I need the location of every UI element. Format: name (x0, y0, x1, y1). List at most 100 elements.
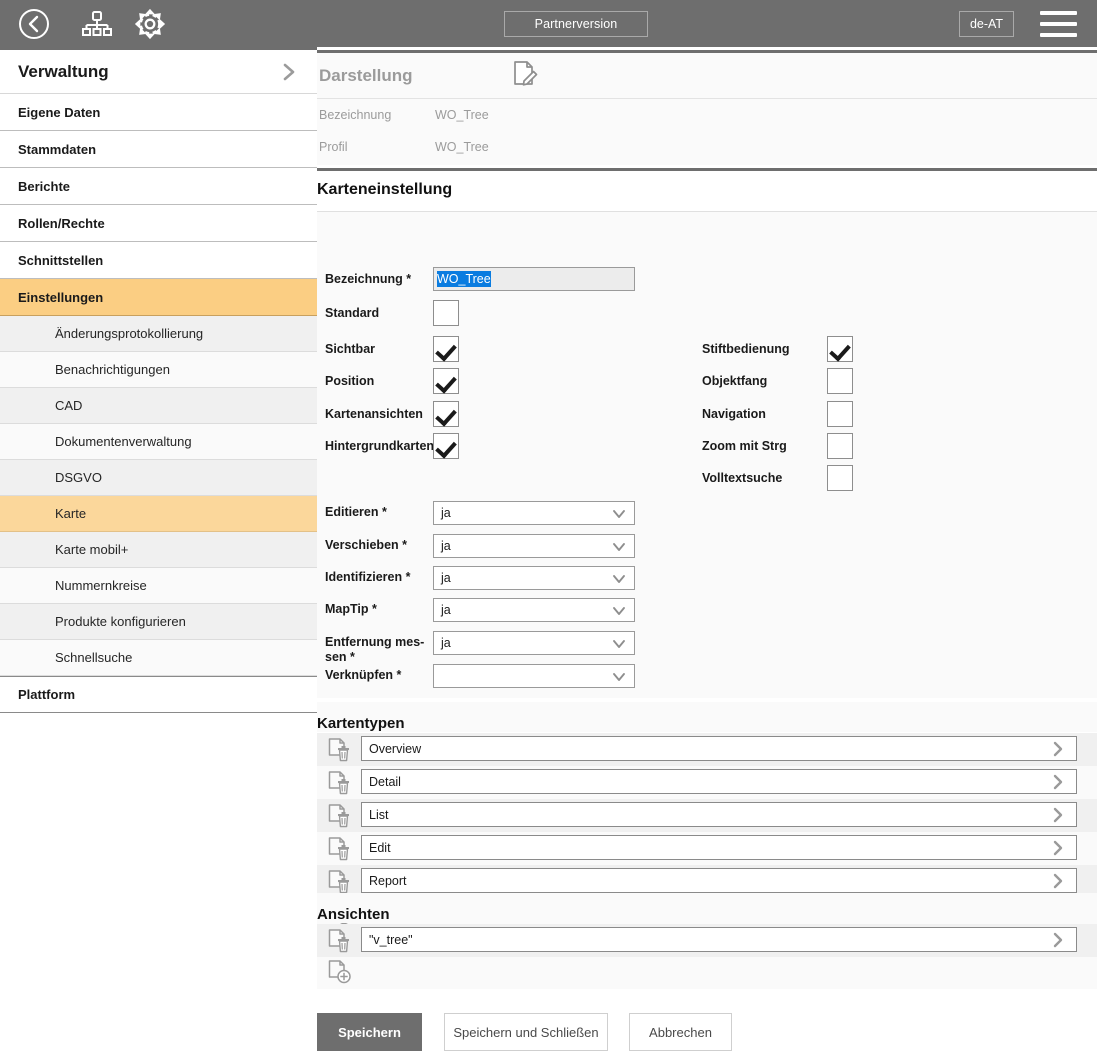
save-button[interactable]: Speichern (317, 1013, 422, 1051)
list-item-label: Report (369, 874, 407, 888)
sidebar-item-produkte-konfigurieren[interactable]: Produkte konfigurieren (0, 604, 317, 640)
sidebar-item-label: Karte (55, 506, 86, 521)
sidebar-item-dokumentenverwaltung[interactable]: Dokumentenverwaltung (0, 424, 317, 460)
cancel-button[interactable]: Abbrechen (629, 1013, 732, 1051)
document-delete-icon[interactable] (327, 737, 353, 768)
darstellung-row-label: Profil (319, 140, 435, 154)
checkbox-volltextsuche[interactable] (827, 465, 853, 491)
checkbox-row: Volltextsuche (702, 465, 853, 491)
sidebar-item-plattform[interactable]: Plattform (0, 676, 317, 713)
dropdown-editieren[interactable]: ja (433, 501, 635, 525)
document-delete-icon[interactable] (327, 803, 353, 834)
dropdown-maptip[interactable]: ja (433, 598, 635, 622)
sidebar-item-label: Karte mobil+ (55, 542, 128, 557)
sidebar-item-einstellungen[interactable]: Einstellungen (0, 279, 317, 316)
dropdown-verkn-pfen[interactable] (433, 664, 635, 688)
list-item-input[interactable]: Detail (361, 769, 1077, 794)
sidebar-item-schnellsuche[interactable]: Schnellsuche (0, 640, 317, 676)
cancel-button-label: Abbrechen (649, 1025, 712, 1040)
checkbox-row: Position (325, 368, 459, 394)
bezeichnung-input-value: WO_Tree (437, 271, 491, 287)
sidebar-item-label: Änderungsprotokollierung (55, 326, 203, 341)
language-selector-button[interactable]: de-AT (959, 11, 1014, 37)
hamburger-menu-icon[interactable] (1040, 11, 1077, 37)
document-add-icon[interactable] (327, 959, 353, 990)
sidebar-item-label: Einstellungen (18, 290, 103, 305)
chevron-right-icon[interactable] (278, 61, 300, 88)
checkbox-row: Sichtbar (325, 336, 459, 362)
kartentypen-header: Kartentypen (317, 702, 1097, 732)
hierarchy-icon[interactable] (82, 9, 112, 39)
checkbox-zoom-mit-strg[interactable] (827, 433, 853, 459)
gear-icon[interactable] (134, 8, 166, 40)
checkbox-sichtbar[interactable] (433, 336, 459, 362)
sidebar-item-karte[interactable]: Karte (0, 496, 317, 532)
sidebar-item-dsgvo[interactable]: DSGVO (0, 460, 317, 496)
sidebar-item-cad[interactable]: CAD (0, 388, 317, 424)
checkbox-stiftbedienung[interactable] (827, 336, 853, 362)
list-item-label: Edit (369, 841, 391, 855)
checkbox-kartenansichten[interactable] (433, 401, 459, 427)
document-delete-icon[interactable] (327, 770, 353, 801)
list-item: Detail (317, 766, 1097, 799)
document-delete-icon[interactable] (327, 836, 353, 867)
chevron-right-icon[interactable] (1050, 740, 1068, 761)
bezeichnung-input[interactable]: WO_Tree (433, 267, 635, 291)
list-item-input[interactable]: List (361, 802, 1077, 827)
sidebar-item-eigene-daten[interactable]: Eigene Daten (0, 94, 317, 131)
checkbox-position[interactable] (433, 368, 459, 394)
list-item-label: Overview (369, 742, 421, 756)
darstellung-row-value: WO_Tree (435, 108, 489, 122)
checkbox-navigation[interactable] (827, 401, 853, 427)
chevron-down-icon (611, 670, 627, 687)
save-and-close-button-label: Speichern und Schließen (453, 1025, 598, 1040)
sidebar-title: Verwaltung (18, 62, 109, 82)
checkbox-row: Kartenansichten (325, 401, 459, 427)
sidebar-item-benachrichtigungen[interactable]: Benachrichtigungen (0, 352, 317, 388)
checkbox-objektfang[interactable] (827, 368, 853, 394)
darstellung-title: Darstellung (317, 66, 413, 86)
dropdown-label: Verknüpfen * (325, 664, 433, 683)
sidebar-item-rollen-rechte[interactable]: Rollen/Rechte (0, 205, 317, 242)
checkbox-hintergrundkarten[interactable] (433, 433, 459, 459)
dropdown-verschieben[interactable]: ja (433, 534, 635, 558)
document-delete-icon[interactable] (327, 928, 353, 959)
chevron-right-icon[interactable] (1050, 872, 1068, 893)
back-circle-icon[interactable] (18, 8, 50, 40)
checkbox-label: Navigation (702, 407, 827, 421)
dropdown-row: Editieren * ja (325, 501, 635, 525)
list-item-input[interactable]: Edit (361, 835, 1077, 860)
chevron-down-icon (611, 507, 627, 524)
dropdown-row: MapTip *ja (325, 598, 635, 622)
chevron-right-icon[interactable] (1050, 931, 1068, 952)
dropdown-row: Verknüpfen * (325, 664, 635, 688)
list-item-input[interactable]: Report (361, 868, 1077, 893)
dropdown-entfernung-mes-sen[interactable]: ja (433, 631, 635, 655)
sidebar-item-nderungsprotokollierung[interactable]: Änderungsprotokollierung (0, 316, 317, 352)
chevron-right-icon[interactable] (1050, 839, 1068, 860)
sidebar-title-row[interactable]: Verwaltung (0, 50, 317, 94)
sidebar-item-nummernkreise[interactable]: Nummernkreise (0, 568, 317, 604)
checkbox-label: Objektfang (702, 374, 827, 388)
document-edit-icon[interactable] (511, 59, 539, 92)
partner-version-button[interactable]: Partnerversion (504, 11, 648, 37)
chevron-right-icon[interactable] (1050, 773, 1068, 794)
sidebar-item-berichte[interactable]: Berichte (0, 168, 317, 205)
dropdown-value: ja (441, 636, 451, 650)
chevron-right-icon[interactable] (1050, 806, 1068, 827)
dropdown-value: ja (441, 539, 451, 553)
dropdown-value: ja (441, 506, 451, 520)
save-and-close-button[interactable]: Speichern und Schließen (444, 1013, 608, 1051)
list-item-input[interactable]: "v_tree" (361, 927, 1077, 952)
dropdown-identifizieren[interactable]: ja (433, 566, 635, 590)
sidebar-item-schnittstellen[interactable]: Schnittstellen (0, 242, 317, 279)
sidebar-item-label: Eigene Daten (18, 105, 100, 120)
sidebar-item-karte-mobil[interactable]: Karte mobil+ (0, 532, 317, 568)
sidebar-item-label: Rollen/Rechte (18, 216, 105, 231)
bezeichnung-field-row: Bezeichnung * WO_Tree (325, 267, 635, 291)
karteneinstellung-header: Karteneinstellung (317, 168, 1097, 208)
sidebar-item-stammdaten[interactable]: Stammdaten (0, 131, 317, 168)
list-item-input[interactable]: Overview (361, 736, 1077, 761)
dropdown-label: Editieren * (325, 501, 433, 520)
checkbox-standard[interactable] (433, 300, 459, 326)
